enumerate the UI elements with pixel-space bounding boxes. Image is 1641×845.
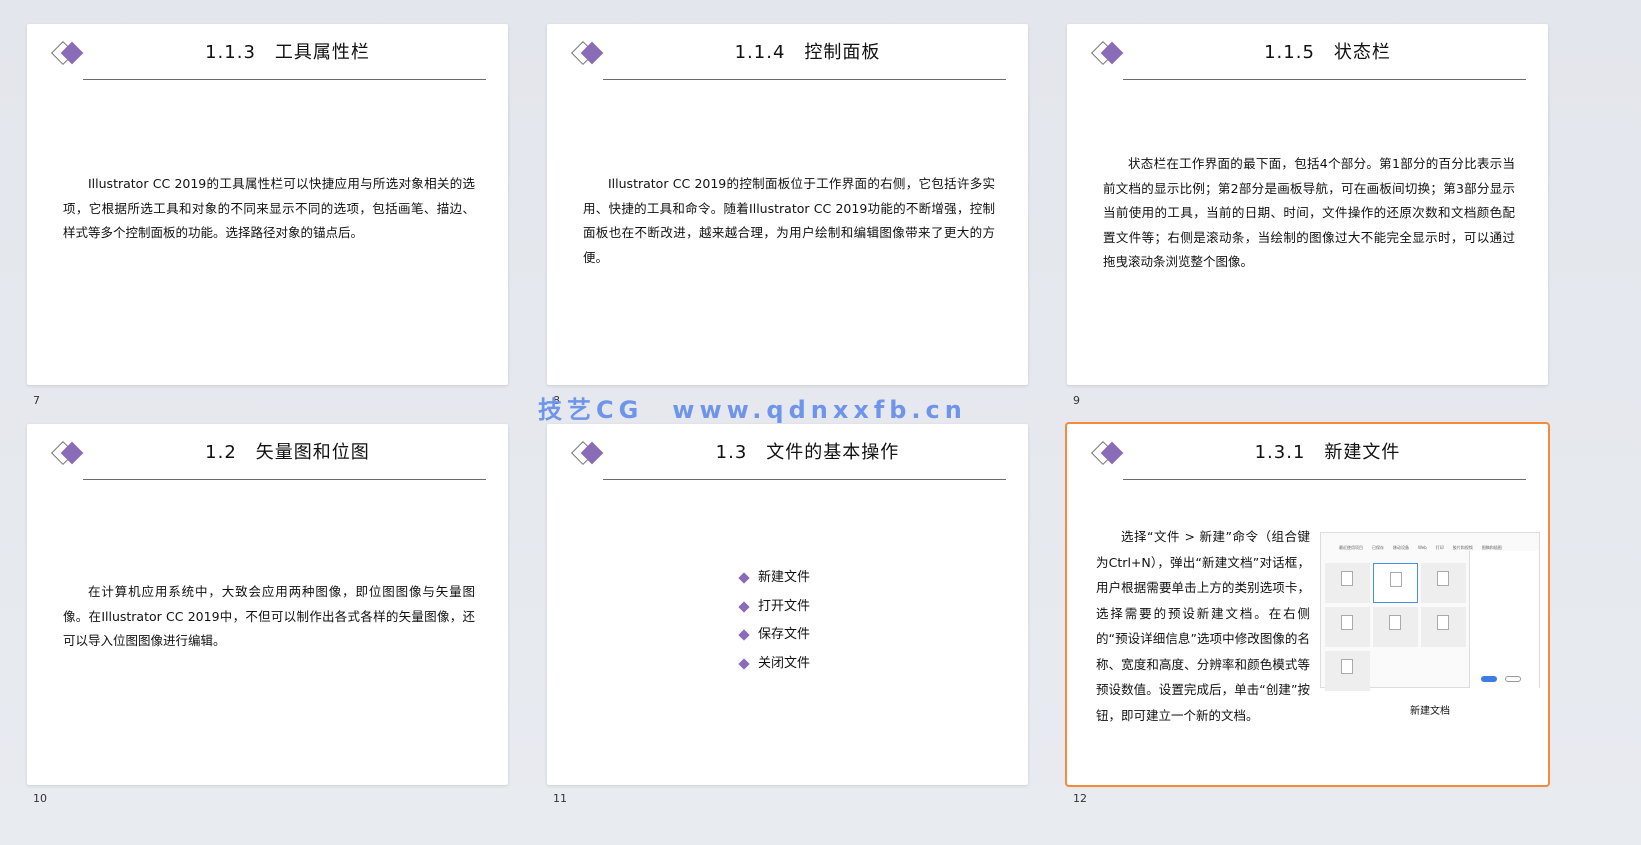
slide-7[interactable]: 1.1.3 工具属性栏 Illustrator CC 2019的工具属性栏可以快… (27, 24, 508, 385)
slide-8[interactable]: 1.1.4 控制面板 Illustrator CC 2019的控制面板位于工作界… (547, 24, 1028, 385)
slide-10[interactable]: 1.2 矢量图和位图 在计算机应用系统中，大致会应用两种图像，即位图图像与矢量图… (27, 424, 508, 785)
preset-tile (1421, 563, 1466, 603)
bullet-item: 打开文件 (738, 593, 811, 622)
slide-11[interactable]: 1.3 文件的基本操作 新建文件 打开文件 保存文件 关闭文件 (547, 424, 1028, 785)
preset-tile (1325, 563, 1370, 603)
preset-details-panel (1469, 551, 1539, 688)
diamond-logo-icon (50, 40, 84, 66)
dialog-tab: 移动设备 (1393, 545, 1409, 550)
slide-body: Illustrator CC 2019的工具属性栏可以快捷应用与所选对象相关的选… (63, 176, 475, 240)
image-caption: 新建文档 (1410, 706, 1450, 717)
title-divider (83, 79, 486, 80)
bullet-text: 新建文件 (758, 570, 811, 585)
preset-tile (1325, 607, 1370, 647)
preset-tile (1373, 563, 1418, 603)
bullet-item: 保存文件 (738, 621, 811, 650)
slide-number: 11 (553, 792, 567, 805)
bullet-item: 关闭文件 (738, 650, 811, 679)
slide-number: 9 (1073, 394, 1080, 407)
title-divider (603, 79, 1006, 80)
slide-title: 1.3.1 新建文件 (1254, 442, 1401, 463)
bullet-item: 新建文件 (738, 564, 811, 593)
diamond-logo-icon (50, 440, 84, 466)
new-document-dialog-image: 最近使用项目 已保存 移动设备 Web 打印 胶片和视频 图稿和插图 (1320, 532, 1540, 691)
preset-tile (1373, 607, 1418, 647)
diamond-logo-icon (1090, 440, 1124, 466)
dialog-tab: 最近使用项目 (1339, 545, 1363, 550)
slide-title: 1.3 文件的基本操作 (715, 442, 900, 463)
bullet-text: 保存文件 (758, 627, 811, 642)
slide-title: 1.2 矢量图和位图 (205, 442, 370, 463)
slide-body: 选择“文件 > 新建”命令（组合键为Ctrl+N），弹出“新建文档”对话框，用户… (1096, 529, 1310, 723)
bullet-text: 关闭文件 (758, 655, 811, 671)
dialog-tab: 打印 (1435, 545, 1444, 550)
bullet-text: 打开文件 (758, 598, 811, 614)
dialog-tab: 已保存 (1372, 545, 1384, 550)
title-divider (603, 479, 1006, 480)
slide-9[interactable]: 1.1.5 状态栏 状态栏在工作界面的最下面，包括4个部分。第1部分的百分比表示… (1067, 24, 1548, 385)
bullet-list: 新建文件 打开文件 保存文件 关闭文件 (738, 564, 811, 679)
title-divider (83, 479, 486, 480)
slide-body: 在计算机应用系统中，大致会应用两种图像，即位图图像与矢量图像。在Illustra… (63, 584, 475, 648)
diamond-bullet-icon (738, 572, 750, 584)
dialog-tab: Web (1418, 545, 1427, 550)
diamond-logo-icon (570, 440, 604, 466)
slide-number: 7 (33, 394, 40, 407)
preset-tile (1421, 607, 1466, 647)
slide-title: 1.1.4 控制面板 (734, 42, 881, 63)
slide-title: 1.1.5 状态栏 (1264, 42, 1391, 63)
slide-number: 10 (33, 792, 47, 805)
diamond-bullet-icon (738, 658, 750, 670)
title-divider (1123, 479, 1526, 480)
diamond-bullet-icon (738, 601, 750, 613)
slide-body: Illustrator CC 2019的控制面板位于工作界面的右侧，它包括许多实… (583, 176, 995, 265)
slide-12-selected[interactable]: 1.3.1 新建文件 选择“文件 > 新建”命令（组合键为Ctrl+N），弹出“… (1065, 422, 1550, 787)
diamond-logo-icon (570, 40, 604, 66)
slide-title: 1.1.3 工具属性栏 (205, 42, 370, 63)
diamond-bullet-icon (738, 629, 750, 641)
slide-number: 12 (1073, 792, 1087, 805)
title-divider (1123, 79, 1526, 80)
preset-tile (1325, 651, 1370, 691)
slide-body: 状态栏在工作界面的最下面，包括4个部分。第1部分的百分比表示当前文档的显示比例；… (1103, 156, 1515, 269)
diamond-logo-icon (1090, 40, 1124, 66)
watermark: 技艺CG www.qdnxxfb.cn (538, 396, 967, 424)
